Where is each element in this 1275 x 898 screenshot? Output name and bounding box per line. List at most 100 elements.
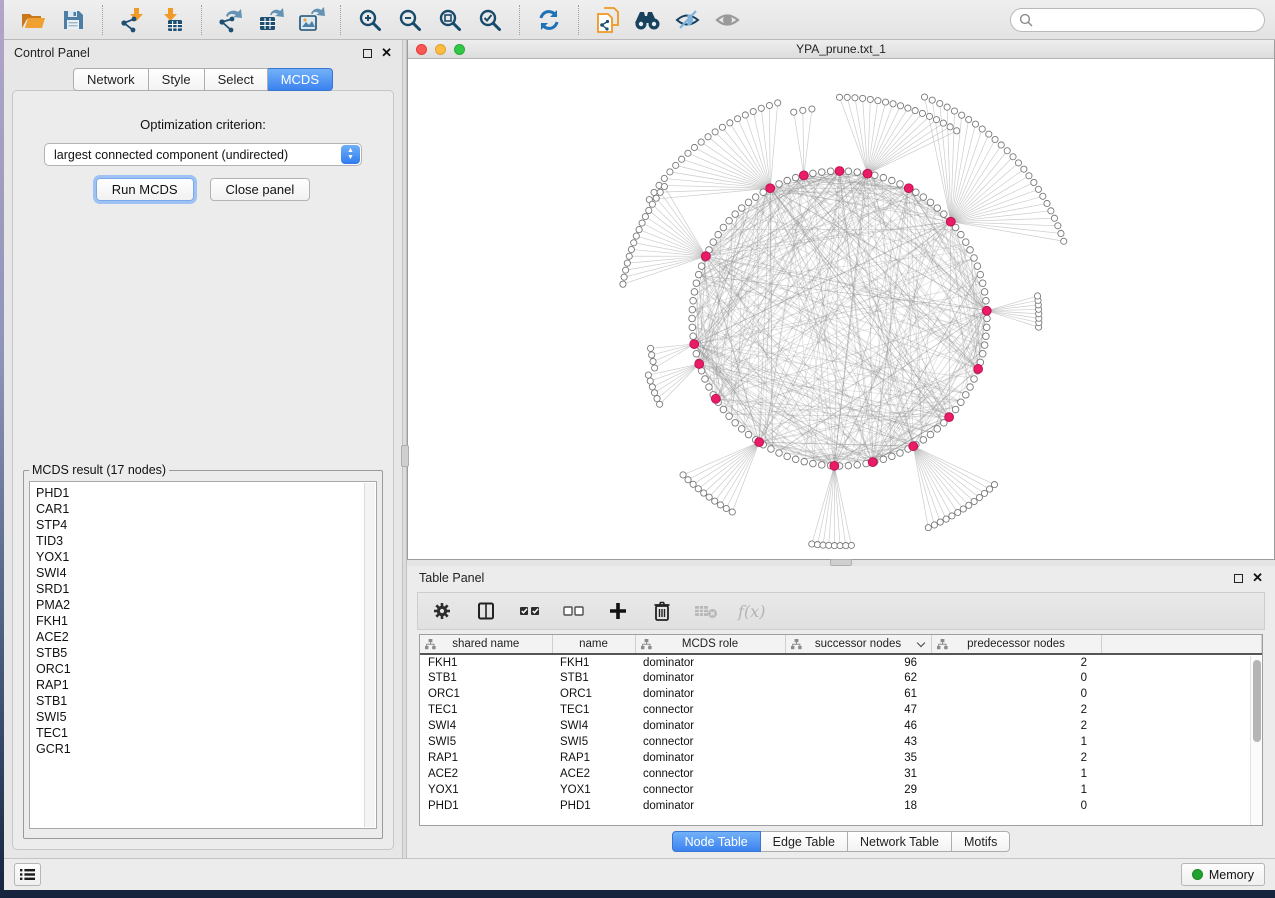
table-row[interactable]: SWI4SWI4dominator462	[420, 718, 1262, 734]
vertical-splitter[interactable]	[402, 40, 407, 858]
search-input[interactable]	[1038, 13, 1256, 27]
node-table: shared namenameMCDS rolesuccessor nodesp…	[420, 635, 1262, 814]
tab-motifs[interactable]: Motifs	[952, 831, 1010, 852]
float-panel-icon[interactable]	[1234, 574, 1243, 583]
list-item[interactable]: ACE2	[36, 629, 376, 645]
list-item[interactable]: STB1	[36, 693, 376, 709]
trash-icon	[653, 601, 671, 621]
column-header-shared-name[interactable]: shared name	[420, 635, 552, 654]
list-item[interactable]: SRD1	[36, 581, 376, 597]
list-item[interactable]: GCR1	[36, 741, 376, 757]
global-search-box[interactable]	[1010, 8, 1265, 32]
tab-edge-table[interactable]: Edge Table	[761, 831, 848, 852]
table-scrollbar-thumb[interactable]	[1253, 660, 1261, 742]
list-scrollbar[interactable]	[364, 483, 375, 827]
table-cell: PHD1	[552, 798, 635, 814]
list-item[interactable]: SWI4	[36, 565, 376, 581]
run-mcds-button[interactable]: Run MCDS	[96, 178, 194, 201]
export-image-button[interactable]	[292, 3, 330, 37]
network-canvas[interactable]	[408, 59, 1274, 559]
hide-selected-button[interactable]	[669, 3, 707, 37]
list-item[interactable]: CAR1	[36, 501, 376, 517]
network-titlebar[interactable]: YPA_prune.txt_1	[408, 40, 1274, 59]
table-row[interactable]: ACE2ACE2connector311	[420, 766, 1262, 782]
column-view-button[interactable]	[474, 598, 498, 624]
close-panel-icon[interactable]: ✕	[381, 48, 392, 58]
table-row[interactable]: FKH1FKH1dominator962	[420, 654, 1262, 670]
list-item[interactable]: PHD1	[36, 485, 376, 501]
list-item[interactable]: YOX1	[36, 549, 376, 565]
memory-button[interactable]: Memory	[1181, 863, 1265, 886]
duplicate-network-button[interactable]	[589, 3, 627, 37]
node-table-container: shared namenameMCDS rolesuccessor nodesp…	[419, 634, 1263, 826]
column-header-successor-nodes[interactable]: successor nodes	[785, 635, 931, 654]
delete-table-button[interactable]	[694, 598, 718, 624]
list-item[interactable]: STP4	[36, 517, 376, 533]
zoom-fit-button[interactable]	[431, 3, 469, 37]
toolbar-separator	[519, 5, 520, 35]
table-row[interactable]: RAP1RAP1dominator352	[420, 750, 1262, 766]
table-row[interactable]: ORC1ORC1dominator610	[420, 686, 1262, 702]
criterion-selected-value: largest connected component (undirected)	[54, 148, 288, 162]
tab-network-table[interactable]: Network Table	[848, 831, 952, 852]
zoom-selected-button[interactable]	[471, 3, 509, 37]
column-header-MCDS-role[interactable]: MCDS role	[635, 635, 785, 654]
delete-column-button[interactable]	[650, 598, 674, 624]
cytoscape-window: Control Panel ✕ NetworkStyleSelectMCDS O…	[4, 0, 1275, 890]
float-panel-icon[interactable]	[363, 49, 372, 58]
import-network-button[interactable]	[113, 3, 151, 37]
tab-style[interactable]: Style	[149, 68, 205, 91]
function-builder-button[interactable]: f(x)	[738, 598, 765, 624]
table-settings-button[interactable]	[430, 598, 454, 624]
tab-node-table[interactable]: Node Table	[672, 831, 761, 852]
table-cell: RAP1	[420, 750, 552, 766]
export-network-button[interactable]	[212, 3, 250, 37]
list-item[interactable]: FKH1	[36, 613, 376, 629]
show-all-button[interactable]	[709, 3, 747, 37]
table-cell: RAP1	[552, 750, 635, 766]
table-scrollbar[interactable]	[1250, 656, 1262, 825]
tab-mcds[interactable]: MCDS	[268, 68, 333, 91]
list-item[interactable]: PMA2	[36, 597, 376, 613]
optimization-criterion-label: Optimization criterion:	[13, 117, 393, 132]
splitter-handle[interactable]	[830, 559, 852, 566]
add-column-button[interactable]	[606, 598, 630, 624]
table-cell: 31	[785, 766, 931, 782]
import-network-icon	[119, 7, 145, 33]
memory-label: Memory	[1209, 868, 1254, 882]
save-session-button[interactable]	[54, 3, 92, 37]
list-item[interactable]: ORC1	[36, 661, 376, 677]
close-panel-icon[interactable]: ✕	[1252, 573, 1263, 583]
tab-network[interactable]: Network	[73, 68, 149, 91]
table-cell: 2	[931, 702, 1101, 718]
column-header-name[interactable]: name	[552, 635, 635, 654]
export-table-button[interactable]	[252, 3, 290, 37]
import-table-button[interactable]	[153, 3, 191, 37]
table-row[interactable]: SWI5SWI5connector431	[420, 734, 1262, 750]
zoom-out-button[interactable]	[391, 3, 429, 37]
task-history-button[interactable]	[14, 863, 41, 886]
splitter-handle[interactable]	[401, 445, 409, 467]
criterion-dropdown[interactable]: largest connected component (undirected)…	[44, 143, 362, 166]
deselect-all-button[interactable]	[562, 598, 586, 624]
search-network-button[interactable]	[629, 3, 667, 37]
zoom-in-button[interactable]	[351, 3, 389, 37]
open-file-button[interactable]	[14, 3, 52, 37]
refresh-layout-button[interactable]	[530, 3, 568, 37]
list-item[interactable]: STB5	[36, 645, 376, 661]
list-item[interactable]: TEC1	[36, 725, 376, 741]
column-header-predecessor-nodes[interactable]: predecessor nodes	[931, 635, 1101, 654]
tab-select[interactable]: Select	[205, 68, 268, 91]
horizontal-splitter[interactable]	[407, 560, 1275, 566]
list-item[interactable]: RAP1	[36, 677, 376, 693]
table-cell: dominator	[635, 654, 785, 670]
table-row[interactable]: PHD1PHD1dominator180	[420, 798, 1262, 814]
table-row[interactable]: TEC1TEC1connector472	[420, 702, 1262, 718]
list-item[interactable]: SWI5	[36, 709, 376, 725]
table-row[interactable]: YOX1YOX1connector291	[420, 782, 1262, 798]
table-row[interactable]: STB1STB1dominator620	[420, 670, 1262, 686]
list-item[interactable]: TID3	[36, 533, 376, 549]
select-all-button[interactable]	[518, 598, 542, 624]
mcds-result-list[interactable]: PHD1CAR1STP4TID3YOX1SWI4SRD1PMA2FKH1ACE2…	[29, 481, 377, 829]
close-panel-button[interactable]: Close panel	[210, 178, 311, 201]
